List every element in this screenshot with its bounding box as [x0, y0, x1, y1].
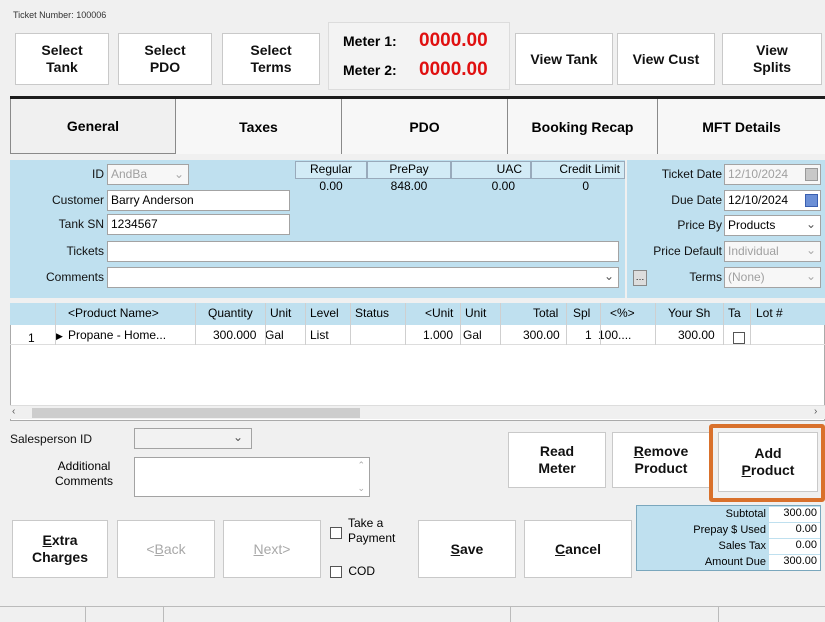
read-meter-button[interactable]: Read Meter: [508, 432, 606, 488]
extra-charges-button[interactable]: Extra Charges: [12, 520, 108, 578]
tank-sn-label: Tank SN: [58, 217, 104, 231]
add-product-button[interactable]: Add Product: [718, 432, 818, 492]
subtotal-label: Subtotal: [725, 508, 766, 520]
chevron-down-icon: ⌄: [805, 269, 816, 283]
ticket-number-label: Ticket Number:: [13, 10, 74, 20]
summary-prepay: 848.00: [390, 179, 428, 193]
checkbox[interactable]: [330, 527, 342, 539]
chevron-down-icon: ⌄: [603, 269, 614, 283]
price-default-select[interactable]: Individual ⌄: [724, 241, 821, 262]
sales-tax-value: 0.00: [769, 539, 820, 554]
scroll-left-icon[interactable]: ‹: [12, 406, 15, 417]
save-button[interactable]: Save: [418, 520, 516, 578]
cod-label: COD: [348, 564, 376, 578]
tank-sn-field[interactable]: 1234567: [107, 214, 290, 235]
meter2-label: Meter 2:: [343, 62, 397, 78]
view-tank-button[interactable]: View Tank: [515, 33, 613, 85]
customer-field[interactable]: Barry Anderson: [107, 190, 290, 211]
status-bar: [0, 606, 825, 622]
id-select[interactable]: AndBa ⌄: [107, 164, 189, 185]
view-splits-button[interactable]: View Splits: [722, 33, 822, 85]
scrollbar-thumb[interactable]: [32, 408, 360, 418]
customer-label: Customer: [51, 193, 104, 207]
tab-general[interactable]: General: [10, 99, 176, 154]
salesperson-label: Salesperson ID: [10, 432, 93, 446]
take-payment-checkbox[interactable]: [330, 517, 342, 539]
chevron-down-icon: ⌄: [232, 430, 243, 444]
summary-uac: 0.00: [491, 179, 515, 193]
scroll-right-icon[interactable]: ›: [814, 406, 817, 417]
next-button[interactable]: Next>: [223, 520, 321, 578]
view-cust-button[interactable]: View Cust: [617, 33, 715, 85]
calendar-icon: [805, 194, 818, 207]
chevron-down-icon: ⌄: [805, 217, 816, 231]
price-by-label: Price By: [677, 218, 722, 232]
id-label: ID: [92, 167, 104, 181]
terms-label: Terms: [689, 270, 722, 284]
comments-field[interactable]: ⌄: [107, 267, 619, 288]
totals-panel: Subtotal 300.00 Prepay $ Used 0.00 Sales…: [636, 505, 821, 571]
ticket-date-label: Ticket Date: [661, 167, 722, 181]
subtotal-value: 300.00: [769, 507, 820, 522]
comments-label: Comments: [45, 270, 104, 284]
additional-comments-field[interactable]: ⌃ ⌄: [134, 457, 370, 497]
tab-booking-recap[interactable]: Booking Recap: [508, 99, 658, 154]
summary-credit-limit: 0: [582, 179, 589, 193]
price-default-label: Price Default: [653, 244, 722, 258]
prepay-used-value: 0.00: [769, 523, 820, 538]
summary-header-regular: Regular: [295, 161, 367, 179]
price-by-select[interactable]: Products ⌄: [724, 215, 821, 236]
chevron-down-icon: ⌄: [173, 167, 184, 181]
meters-panel: Meter 1: 0000.00 Meter 2: 0000.00: [328, 22, 510, 90]
select-pdo-button[interactable]: Select PDO: [118, 33, 212, 85]
scroll-up-icon[interactable]: ⌃: [357, 460, 365, 471]
tab-mft-details[interactable]: MFT Details: [658, 99, 825, 154]
select-terms-button[interactable]: Select Terms: [222, 33, 320, 85]
tab-pdo[interactable]: PDO: [342, 99, 508, 154]
cod-checkbox[interactable]: COD: [330, 564, 375, 578]
meter2-value: 0000.00: [419, 59, 488, 80]
ticket-number-value: 100006: [76, 10, 107, 20]
chevron-down-icon: ⌄: [805, 243, 816, 257]
cancel-button[interactable]: Cancel: [524, 520, 632, 578]
ticket-number: Ticket Number: 100006: [13, 10, 106, 20]
horizontal-scrollbar[interactable]: ‹ ›: [10, 405, 825, 419]
back-button[interactable]: < Back: [117, 520, 215, 578]
scroll-down-icon[interactable]: ⌄: [357, 483, 365, 494]
summary-header-credit-limit: Credit Limit: [531, 161, 625, 179]
meter1-label: Meter 1:: [343, 33, 397, 49]
calendar-icon: [805, 168, 818, 181]
sales-tax-label: Sales Tax: [718, 540, 767, 552]
tab-taxes[interactable]: Taxes: [176, 99, 342, 154]
grid-lines: [10, 303, 825, 345]
tickets-field[interactable]: [107, 241, 619, 262]
remove-product-button[interactable]: Remove Product: [612, 432, 710, 488]
salesperson-select[interactable]: ⌄: [134, 428, 252, 449]
prepay-used-label: Prepay $ Used: [693, 524, 766, 536]
take-payment-label: Take a Payment: [348, 516, 396, 545]
summary-header-prepay: PrePay: [367, 161, 451, 179]
meter1-value: 0000.00: [419, 30, 488, 51]
tab-strip: General Taxes PDO Booking Recap MFT Deta…: [10, 96, 825, 154]
due-date-field[interactable]: 12/10/2024: [724, 190, 821, 211]
amount-due-label: Amount Due: [704, 556, 766, 568]
select-tank-button[interactable]: Select Tank: [15, 33, 109, 85]
terms-lookup-button[interactable]: …: [633, 270, 647, 286]
account-summary: Regular PrePay UAC Credit Limit 0.00 848…: [295, 161, 625, 201]
tickets-label: Tickets: [66, 244, 104, 258]
terms-select[interactable]: (None) ⌄: [724, 267, 821, 288]
additional-comments-label: Additional Comments: [54, 459, 113, 488]
ticket-date-field[interactable]: 12/10/2024: [724, 164, 821, 185]
summary-regular: 0.00: [319, 179, 343, 193]
due-date-label: Due Date: [671, 193, 722, 207]
amount-due-value: 300.00: [769, 555, 820, 570]
summary-header-uac: UAC: [451, 161, 531, 179]
